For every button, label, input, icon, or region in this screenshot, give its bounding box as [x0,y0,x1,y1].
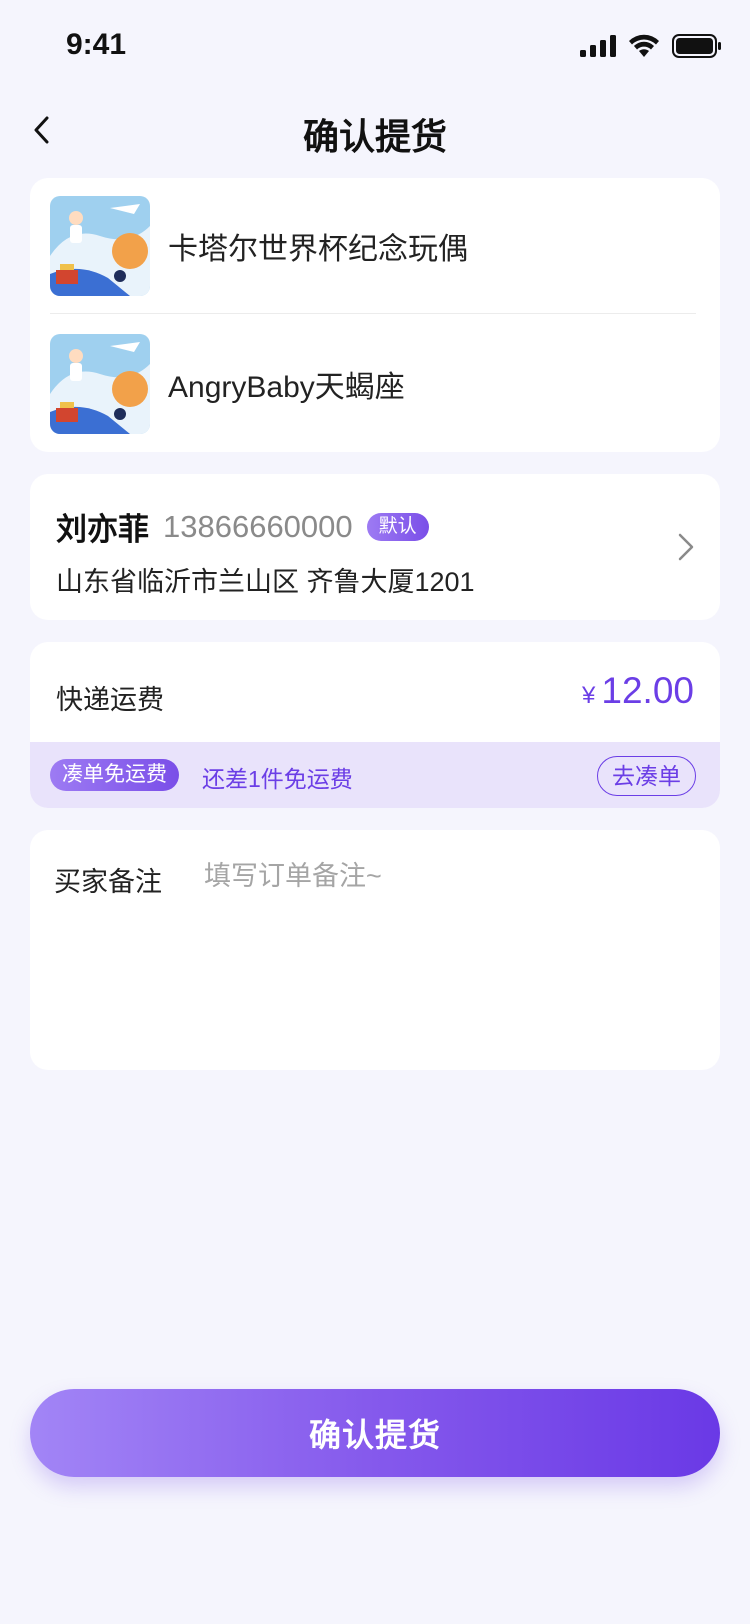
free-shipping-hint: 还差1件免运费 [202,766,353,792]
product-thumbnail [50,334,150,434]
address-card[interactable]: 刘亦菲 13866660000 默认 山东省临沂市兰山区 齐鲁大厦1201 [30,474,720,620]
address-contact-row: 刘亦菲 13866660000 默认 [56,504,429,549]
status-icons [580,34,722,58]
buyer-remark-label: 买家备注 [54,867,162,897]
chevron-right-icon [678,533,694,561]
page-title: 确认提货 [302,116,447,157]
shipping-fee-card: 快递运费 ¥ 12.00 凑单免运费 还差1件免运费 去凑单 [30,642,720,808]
add-items-button[interactable]: 去凑单 [597,756,696,796]
product-item[interactable]: AngryBaby天蝎座 [50,334,700,434]
recipient-phone: 13866660000 [163,508,353,544]
product-name: 卡塔尔世界杯纪念玩偶 [168,233,468,266]
recipient-name: 刘亦菲 [56,512,149,547]
free-shipping-badge: 凑单免运费 [50,759,179,791]
product-name: AngryBaby天蝎座 [168,371,405,404]
shipping-fee-amount: 12.00 [601,670,694,711]
status-bar: 9:41 [0,0,750,92]
product-thumbnail [50,196,150,296]
cellular-signal-icon [580,35,616,57]
product-item[interactable]: 卡塔尔世界杯纪念玩偶 [50,196,700,296]
product-list-card: 卡塔尔世界杯纪念玩偶 AngryBaby天蝎座 [30,178,720,452]
buyer-remark-card: 买家备注 [30,830,720,1070]
divider [50,313,696,314]
battery-icon [672,34,721,58]
buyer-remark-input[interactable] [204,856,694,896]
shipping-fee-label: 快递运费 [56,685,164,715]
confirm-pickup-button[interactable]: 确认提货 [30,1389,720,1477]
navigation-header: 确认提货 [0,96,750,168]
currency-symbol: ¥ [582,682,596,709]
wifi-icon [629,34,659,57]
status-time: 9:41 [66,28,127,61]
shipping-fee-price: ¥ 12.00 [582,670,694,712]
address-detail: 山东省临沂市兰山区 齐鲁大厦1201 [56,567,475,597]
free-shipping-bar: 凑单免运费 还差1件免运费 去凑单 [30,742,720,808]
default-badge: 默认 [366,512,429,541]
